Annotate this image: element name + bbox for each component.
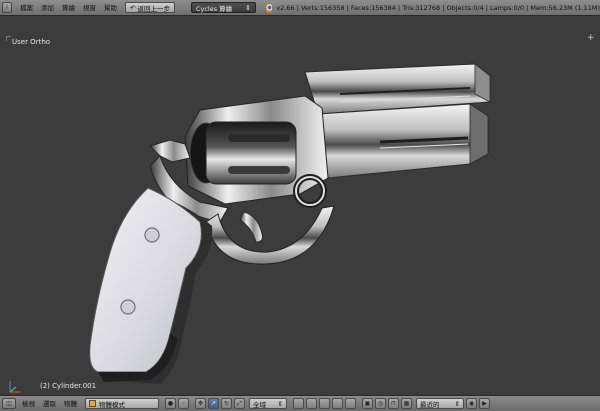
3d-view-header: ◫ 檢視 選取 物體 物體模式 ● ◦ ✥ ↗ ↻ ⤢ 全域 ⇕ ▣ ◎ ⊓ ▦… (0, 395, 600, 411)
menu-window[interactable]: 視窗 (79, 0, 100, 15)
info-editor-icon[interactable]: i (2, 2, 12, 13)
info-header: i 檔案 添加 算繪 視窗 幫助 ↶ 返回上一步 Cycles 算繪 ⇕ v2.… (0, 0, 600, 16)
menu-object[interactable]: 物體 (60, 396, 81, 411)
scene-stats: v2.66 | Verts:156358 | Faces:156384 | Tr… (276, 3, 600, 12)
rotate-manipulator-icon[interactable]: ↻ (221, 398, 232, 409)
revolver-model[interactable] (0, 16, 600, 395)
opengl-render-icon[interactable]: ◉ (466, 398, 477, 409)
menu-add[interactable]: 添加 (37, 0, 58, 15)
snap-element-icon[interactable]: ▦ (401, 398, 412, 409)
menu-view[interactable]: 檢視 (18, 396, 39, 411)
interaction-mode-select[interactable]: 物體模式 (85, 398, 159, 409)
menu-file[interactable]: 檔案 (16, 0, 37, 15)
opengl-render-animation-icon[interactable]: ▶ (479, 398, 490, 409)
render-engine-select[interactable]: Cycles 算繪 ⇕ (190, 2, 256, 13)
menu-render[interactable]: 算繪 (58, 0, 79, 15)
lock-camera-icon[interactable]: ▣ (362, 398, 373, 409)
layer-4-button[interactable] (332, 398, 343, 409)
3d-view-menu: 檢視 選取 物體 (18, 396, 81, 411)
layer-3-button[interactable] (319, 398, 330, 409)
viewport-shading-icon[interactable]: ● (165, 398, 176, 409)
layer-5-button[interactable] (345, 398, 356, 409)
snap-toggle-icon[interactable]: ⊓ (388, 398, 399, 409)
active-object-label: (2) Cylinder.001 (40, 382, 97, 390)
snap-target-value: 最近的 (420, 400, 440, 409)
dropdown-arrows-icon: ⇕ (277, 399, 283, 408)
snap-target-select[interactable]: 最近的 ⇕ (416, 398, 464, 409)
manipulator-toggle-icon[interactable]: ✥ (195, 398, 206, 409)
undo-label: 返回上一步 (137, 4, 170, 13)
dropdown-arrows-icon: ⇕ (454, 399, 460, 408)
3d-view-editor-icon[interactable]: ◫ (2, 398, 16, 409)
dropdown-arrows-icon: ⇕ (245, 3, 251, 12)
transform-orientation-value: 全域 (253, 400, 266, 409)
object-mode-icon (89, 400, 96, 407)
undo-button[interactable]: ↶ 返回上一步 (125, 2, 175, 13)
proportional-edit-icon[interactable]: ◎ (375, 398, 386, 409)
main-menu: 檔案 添加 算繪 視窗 幫助 (16, 0, 121, 15)
blender-logo-icon (265, 2, 273, 13)
menu-help[interactable]: 幫助 (100, 0, 121, 15)
axis-gizmo-icon (9, 381, 20, 393)
interaction-mode-value: 物體模式 (99, 400, 125, 409)
layer-1-button[interactable] (293, 398, 304, 409)
translate-manipulator-icon[interactable]: ↗ (208, 398, 219, 409)
menu-select[interactable]: 選取 (39, 396, 60, 411)
transform-orientation-select[interactable]: 全域 ⇕ (249, 398, 287, 409)
render-engine-value: Cycles 算繪 (195, 4, 233, 13)
pivot-point-icon[interactable]: ◦ (178, 398, 189, 409)
3d-viewport[interactable]: User Ortho + (2) Cylinder.001 (0, 16, 600, 395)
undo-icon: ↶ (130, 3, 136, 12)
scale-manipulator-icon[interactable]: ⤢ (234, 398, 245, 409)
layer-2-button[interactable] (306, 398, 317, 409)
